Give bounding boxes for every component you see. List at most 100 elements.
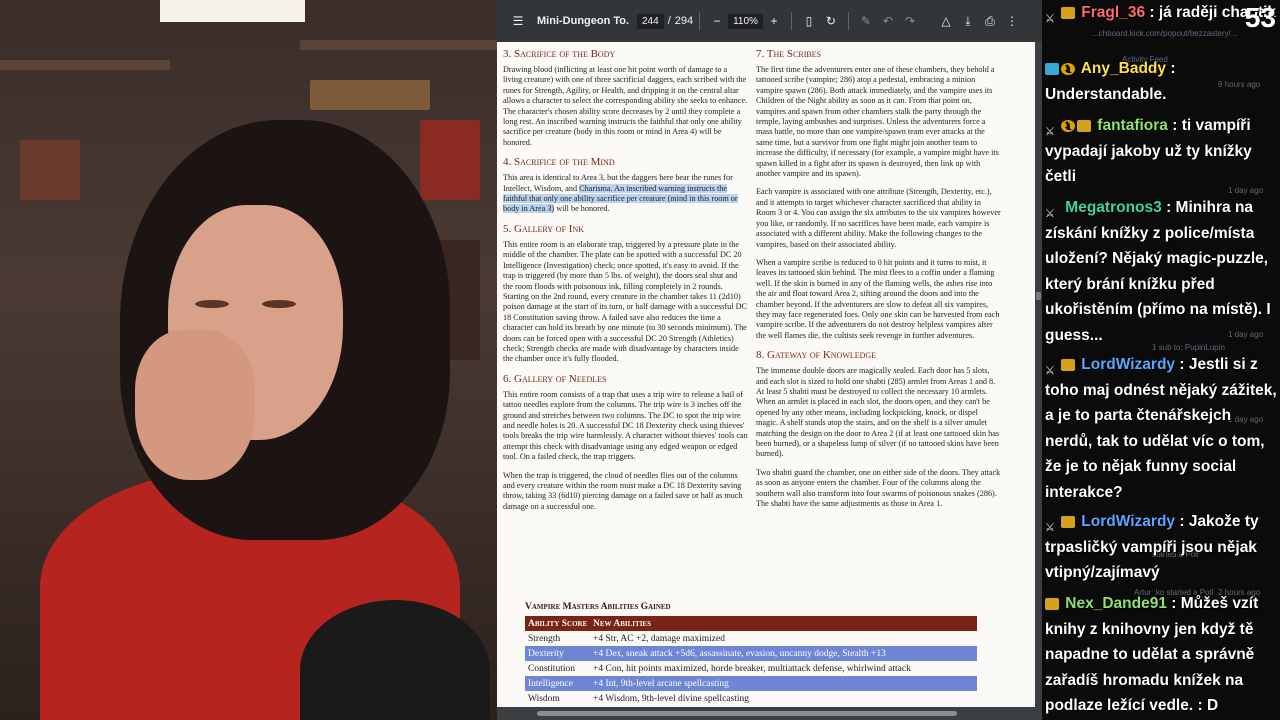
- table-cell: +4 Dex, sneak attack +5d6, assassinate, …: [593, 648, 886, 659]
- sword-badge-icon: ⚔: [1045, 12, 1055, 25]
- table-header-row: Ability Score New Abilities: [525, 616, 977, 631]
- paragraph-text: The first time the adventurers enter one…: [756, 65, 999, 179]
- table-cell: Constitution: [528, 663, 575, 674]
- annotate-icon[interactable]: ✎: [855, 10, 877, 32]
- section-heading: 8. Gateway of Knowledge: [756, 349, 877, 362]
- zoom-out-icon[interactable]: −: [706, 10, 728, 32]
- sword-badge-icon: ⚔: [1045, 207, 1055, 220]
- chat-username[interactable]: LordWizardy: [1077, 356, 1175, 373]
- divider: [699, 12, 701, 30]
- undo-icon[interactable]: ↶: [877, 10, 899, 32]
- sword-badge-icon: ⚔: [1045, 521, 1055, 534]
- paragraph-text: The immense double doors are magically s…: [756, 366, 1000, 459]
- vertical-scrollbar[interactable]: [1035, 42, 1042, 707]
- chat-message: ⚔ Fragl_36 : já raději chaotik: [1045, 0, 1278, 26]
- table-cell: +4 Int, 9th-level arcane spellcasting: [593, 678, 729, 689]
- paragraph: When the trap is triggered, the cloud of…: [503, 471, 748, 513]
- chat-text: : Minihra na získání knížky z police/mís…: [1045, 199, 1271, 344]
- page-total: 294: [674, 15, 694, 27]
- chat-username[interactable]: fantafiora: [1093, 117, 1168, 134]
- zoom-in-icon[interactable]: +: [763, 10, 785, 32]
- chat-message: ⚔ Megatronos3 : Minihra na získání knížk…: [1045, 195, 1278, 348]
- paragraph: This entire room is an elaborate trap, t…: [503, 240, 748, 365]
- paragraph-text: This entire room is an elaborate trap, t…: [503, 239, 747, 364]
- table-cell: Strength: [528, 633, 561, 644]
- paragraph: This entire room consists of a trap that…: [503, 390, 748, 463]
- zoom-level-input[interactable]: 110%: [728, 13, 763, 29]
- chat-message: ⚔ LordWizardy : Jestli si z toho maj odn…: [1045, 352, 1278, 505]
- fit-page-icon[interactable]: ▯: [798, 10, 820, 32]
- paragraph: When a vampire scribe is reduced to 0 hi…: [756, 258, 1001, 341]
- chat-username[interactable]: Nex_Dande91: [1061, 595, 1167, 612]
- chat-username[interactable]: Fragl_36: [1077, 4, 1145, 21]
- page-column-right: 7. The Scribes The first time the adventu…: [756, 42, 1001, 517]
- rotate-icon[interactable]: ↻: [820, 10, 842, 32]
- scrollbar-thumb[interactable]: [1036, 292, 1041, 300]
- download-icon[interactable]: ⤓: [957, 10, 979, 32]
- chat-message: ⚔ LordWizardy : Jakože ty trpasličký vam…: [1045, 509, 1278, 586]
- webcam-feed: [0, 0, 497, 720]
- paragraph: The immense double doors are magically s…: [756, 366, 1001, 460]
- one-month-badge-icon: 1: [1061, 62, 1075, 75]
- shelf: [300, 40, 497, 50]
- paragraph-text: Each vampire is associated with one attr…: [756, 187, 1001, 249]
- paragraph: Drawing blood (inflicting at least one h…: [503, 65, 748, 148]
- more-options-icon[interactable]: ⋮: [1001, 10, 1023, 32]
- one-month-badge-icon: 1: [1061, 119, 1075, 132]
- paragraph: The first time the adventurers enter one…: [756, 65, 1001, 179]
- pdf-viewer: ☰ Mini-Dungeon To... 244 / 294 − 110% + …: [497, 0, 1042, 720]
- chat-message: Nex_Dande91 : Můžeš vzít knihy z knihovn…: [1045, 591, 1278, 719]
- pdf-toolbar: ☰ Mini-Dungeon To... 244 / 294 − 110% + …: [497, 0, 1042, 42]
- paragraph-text: When the trap is triggered, the cloud of…: [503, 470, 743, 511]
- table-cell: +4 Wisdom, 9th-level divine spellcasting: [593, 693, 749, 704]
- table-row: Constitution +4 Con, hit points maximize…: [525, 661, 977, 676]
- pdf-page: 3. Sacrifice of the Body Drawing blood (i…: [497, 42, 1035, 707]
- paragraph-text: Drawing blood (inflicting at least one h…: [503, 65, 748, 147]
- shelf: [0, 60, 170, 70]
- wall-decor: [310, 80, 430, 110]
- table-cell: Intelligence: [528, 678, 573, 689]
- page-separator: /: [667, 15, 671, 27]
- drive-icon[interactable]: △: [935, 10, 957, 32]
- section-heading: 5. Gallery of Ink: [503, 222, 584, 235]
- chat-username[interactable]: Megatronos3: [1061, 199, 1161, 216]
- table-row: Wisdom +4 Wisdom, 9th-level divine spell…: [525, 691, 977, 706]
- section-heading: 4. Sacrifice of the Mind: [503, 156, 615, 169]
- paragraph-text: When a vampire scribe is reduced to 0 hi…: [756, 257, 1000, 340]
- redo-icon[interactable]: ↷: [899, 10, 921, 32]
- paragraph: Two shabti guard the chamber, one on eit…: [756, 468, 1001, 510]
- table-caption: Vampire Masters Abilities Gained: [525, 602, 671, 612]
- table-row: Strength +4 Str, AC +2, damage maximized: [525, 631, 977, 646]
- sword-badge-icon: ⚔: [1045, 364, 1055, 377]
- print-icon[interactable]: ⎙: [979, 10, 1001, 32]
- sword-badge-icon: ⚔: [1045, 125, 1055, 138]
- wall-decor: [420, 120, 480, 200]
- chat-message: 1 Any_Baddy : Understandable.: [1045, 56, 1278, 107]
- ceiling-light: [160, 0, 305, 22]
- table-cell: +4 Con, hit points maximized, horde brea…: [593, 663, 911, 674]
- table-row: Dexterity +4 Dex, sneak attack +5d6, ass…: [525, 646, 977, 661]
- abilities-table: Vampire Masters Abilities Gained Ability…: [525, 602, 977, 706]
- menu-icon[interactable]: ☰: [507, 10, 529, 32]
- paragraph-text: will be honored.: [554, 204, 610, 214]
- page-number-input[interactable]: 244: [637, 13, 664, 29]
- divider: [790, 12, 792, 30]
- chat-text: : Můžeš vzít knihy z knihovny jen když t…: [1045, 595, 1259, 714]
- horizontal-scrollbar[interactable]: [497, 707, 1042, 720]
- chat-text: : Jestli si z toho maj odnést nějaký záž…: [1045, 356, 1277, 501]
- section-heading: 3. Sacrifice of the Body: [503, 48, 616, 60]
- divider: [847, 12, 849, 30]
- paragraph: Each vampire is associated with one attr…: [756, 187, 1001, 249]
- table-cell: Wisdom: [528, 693, 560, 704]
- table-cell: Dexterity: [528, 648, 564, 659]
- wall-decor: [20, 140, 80, 200]
- chat-username[interactable]: LordWizardy: [1077, 513, 1175, 530]
- crown-badge-icon: [1061, 358, 1075, 371]
- chat-overlay: ...chboard.kick.com/popout/bezzastery/..…: [1042, 0, 1280, 720]
- eye-icon: [262, 300, 296, 308]
- chat-username[interactable]: Any_Baddy: [1077, 60, 1166, 77]
- crown-badge-icon: [1045, 597, 1059, 610]
- section-heading: 7. The Scribes: [756, 48, 822, 60]
- ghost-text: ...chboard.kick.com/popout/bezzastery/..…: [1092, 29, 1238, 38]
- scrollbar-thumb[interactable]: [537, 711, 957, 716]
